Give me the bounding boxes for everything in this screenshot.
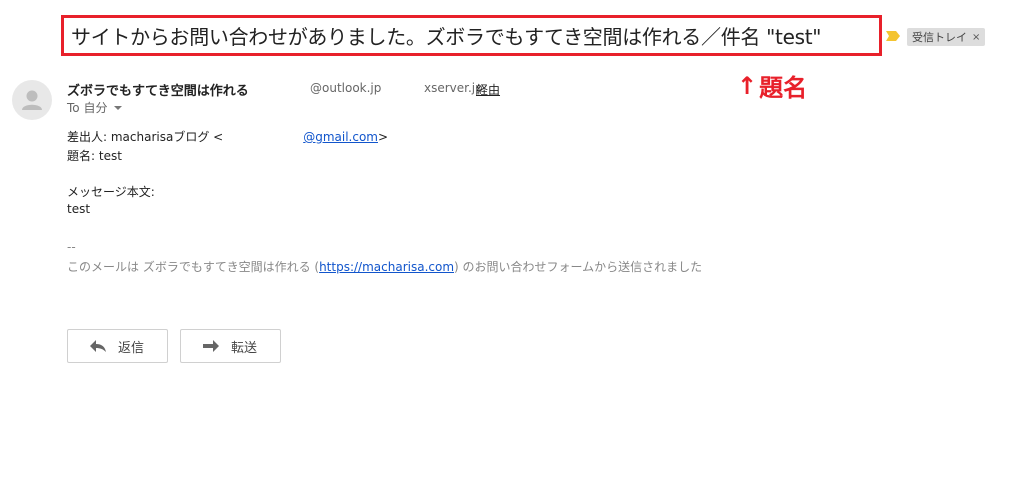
footer-suffix: ) のお問い合わせフォームから送信されました [454,260,703,274]
signature-separator: -- [67,240,76,254]
forward-button[interactable]: 転送 [180,329,281,363]
body-message-label: メッセージ本文: [67,185,155,199]
email-subject-highlight: サイトからお問い合わせがありました。ズボラでもすてき空間は作れる／件名 "tes… [61,15,882,56]
avatar[interactable] [12,80,52,120]
reply-label: 返信 [118,340,145,356]
body-subject-line: 題名: test [67,149,122,163]
to-label: To 自分 [67,101,108,115]
via-link[interactable]: 経由 [476,81,500,98]
important-marker-icon[interactable] [886,31,900,41]
person-icon [22,90,42,110]
reply-icon [90,340,106,352]
inbox-label-chip[interactable]: 受信トレイ × [907,28,986,46]
from-prefix: 差出人: macharisaブログ < [67,130,224,144]
body-from-line: 差出人: macharisaブログ < @gmail.com> [67,128,388,145]
footer-prefix: このメールは ズボラでもすてき空間は作れる ( [67,260,320,274]
sender-email: @outlook.jp [310,81,382,95]
body-message: test [67,202,91,216]
remove-label-icon[interactable]: × [972,32,980,43]
email-subject: サイトからお問い合わせがありました。ズボラでもすてき空間は作れる／件名 "tes… [71,25,822,49]
up-arrow-icon: ↑ [737,71,758,100]
subject-annotation: ↑ 題名 [737,68,807,103]
inbox-label-text: 受信トレイ [912,31,967,44]
annotation-text: 題名 [759,74,808,102]
footer-link[interactable]: https://macharisa.com [319,260,454,274]
reply-button[interactable]: 返信 [67,329,168,363]
from-email-link[interactable]: @gmail.com [303,130,378,144]
footer-line: このメールは ズボラでもすてき空間は作れる (https://macharisa… [67,258,702,275]
sender-name: ズボラでもすてき空間は作れる [67,84,249,99]
chevron-down-icon [114,105,123,110]
from-suffix: > [377,130,389,144]
via-domain: xserver.jp [424,81,483,95]
recipient-details-toggle[interactable]: To 自分 [67,99,123,116]
forward-label: 転送 [231,340,258,356]
forward-icon [203,340,219,352]
